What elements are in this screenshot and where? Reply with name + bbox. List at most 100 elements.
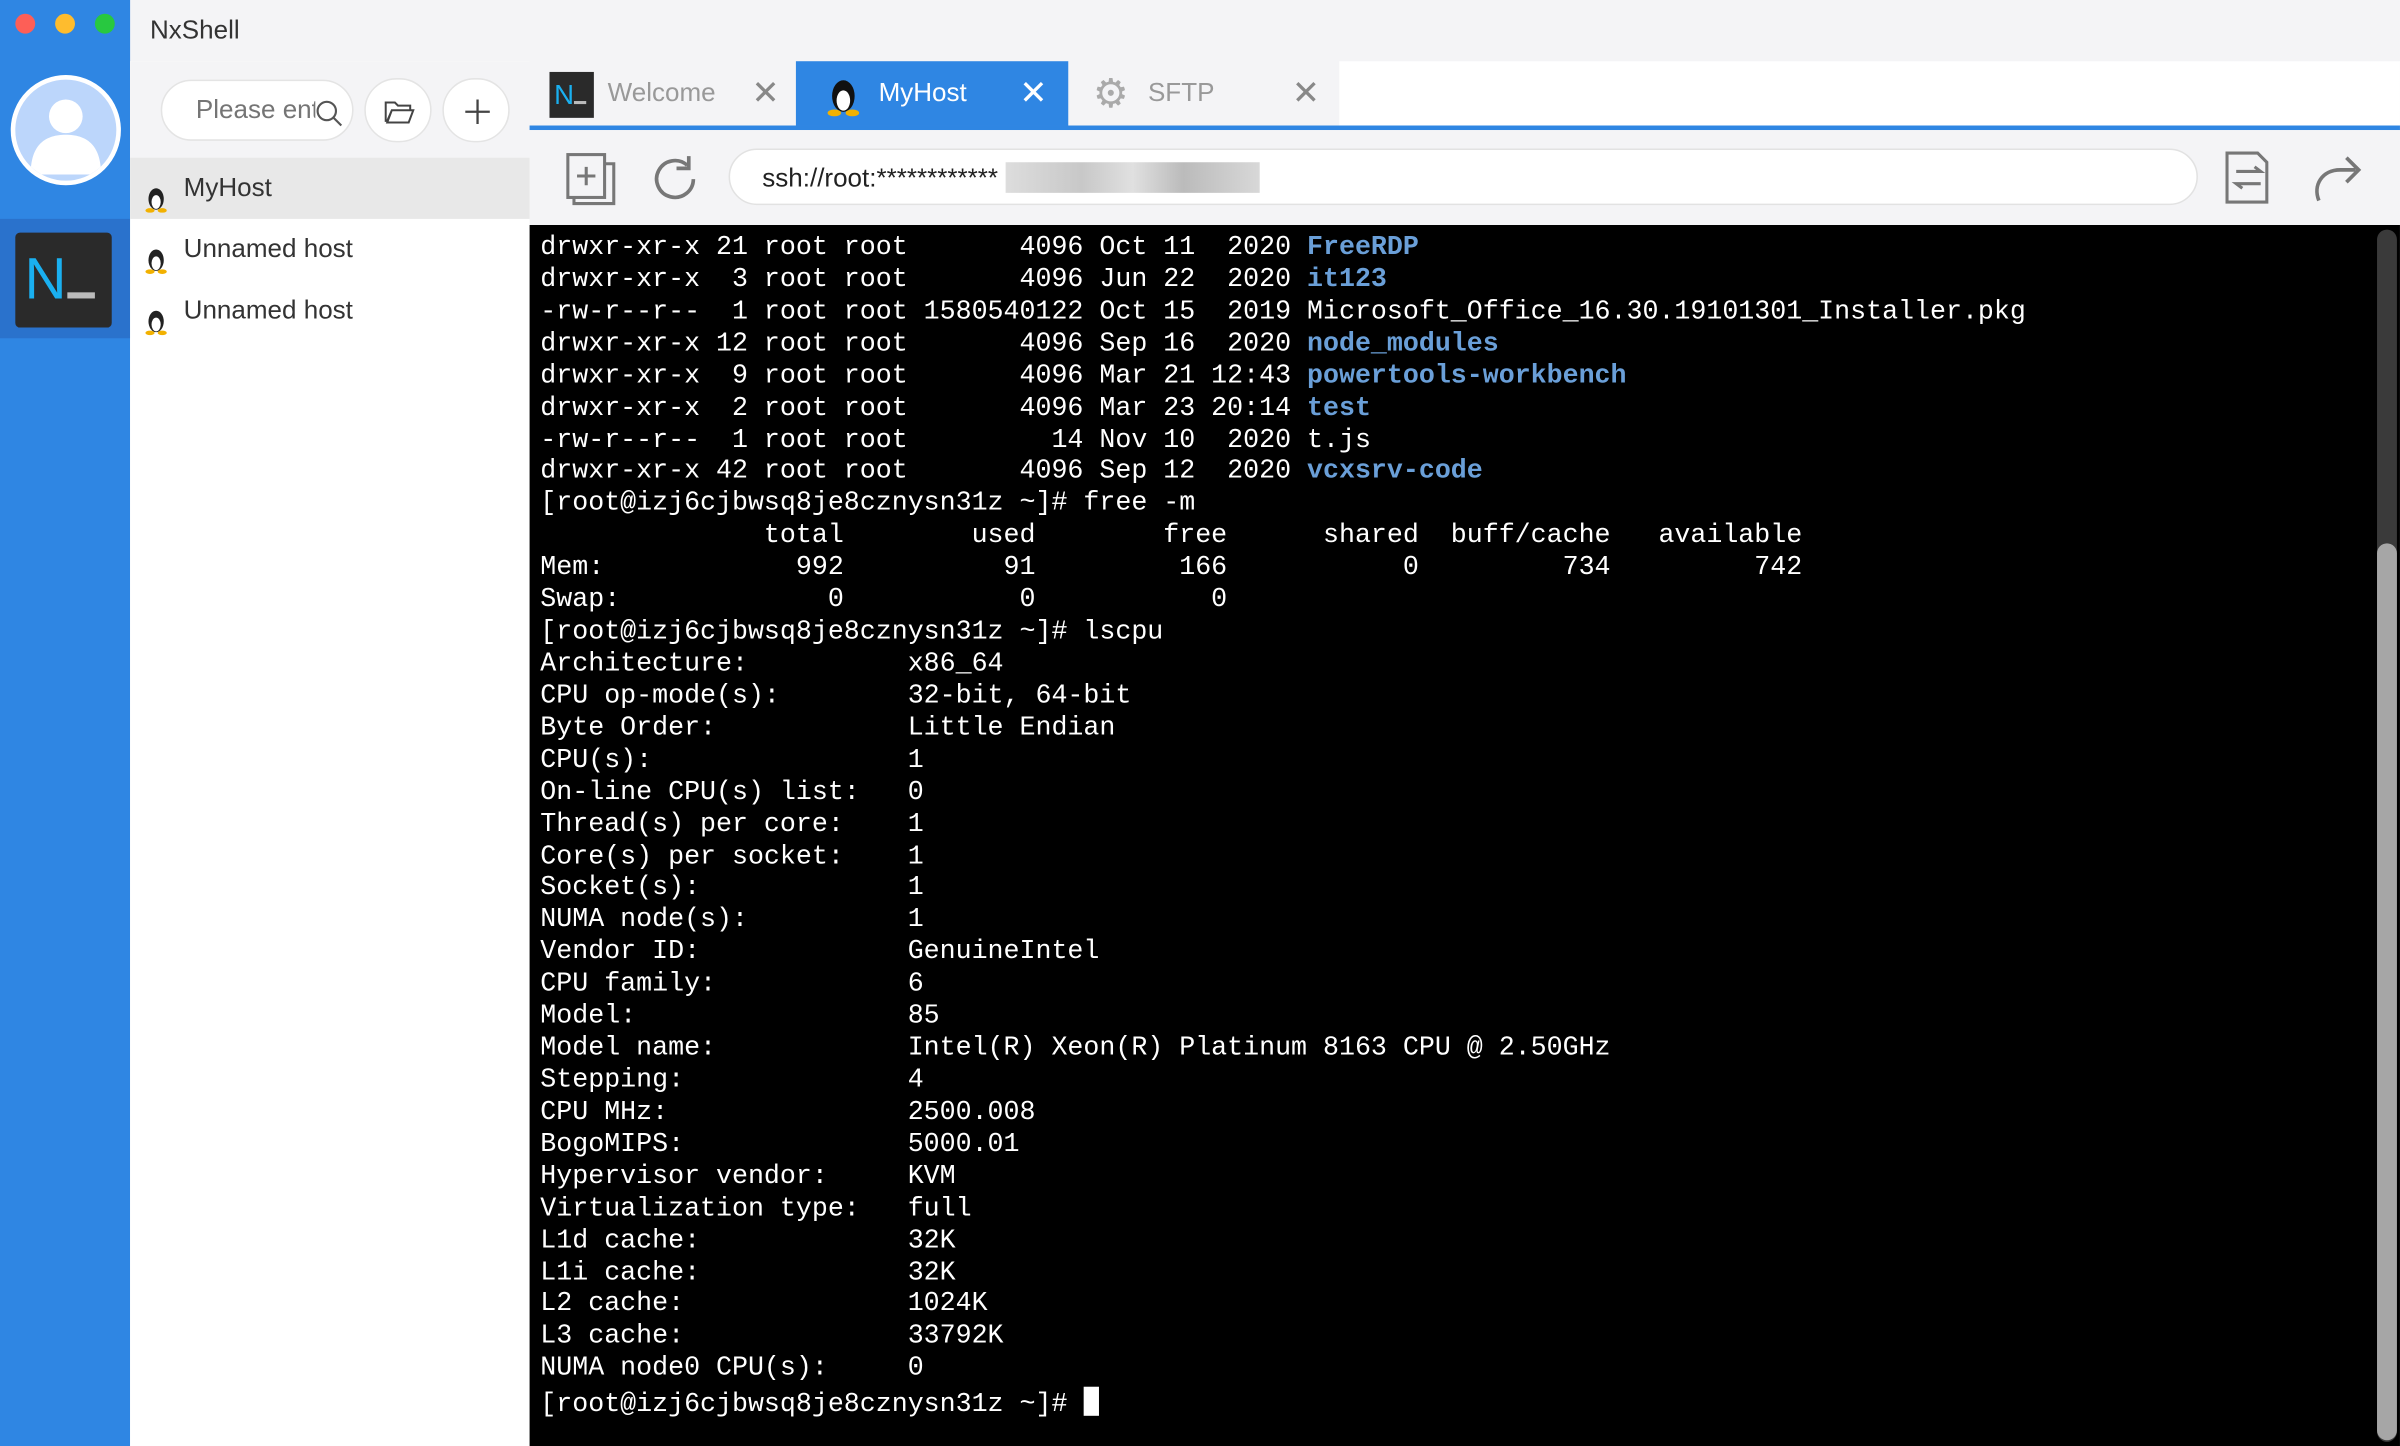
directory-name: FreeRDP xyxy=(1307,234,1419,264)
terminal-line: L2 cache: 1024K xyxy=(540,1291,2026,1323)
terminal-line-text: Model: 85 xyxy=(540,1002,940,1032)
terminal-line: [root@izj6cjbwsq8je8cznysn31z ~]# xyxy=(540,1387,2026,1424)
plus-icon xyxy=(465,99,490,124)
folder-icon xyxy=(384,101,415,124)
terminal-line-text: -rw-r--r-- 1 root root 14 Nov 10 2020 t.… xyxy=(540,426,1371,456)
close-tab-icon[interactable]: ✕ xyxy=(752,61,780,125)
terminal-line: Swap: 0 0 0 xyxy=(540,586,2026,618)
terminal-line-text: L1i cache: 32K xyxy=(540,1258,956,1288)
close-tab-icon[interactable]: ✕ xyxy=(1292,61,1320,125)
terminal-line: drwxr-xr-x 42 root root 4096 Sep 12 2020… xyxy=(540,458,2026,490)
refresh-icon[interactable] xyxy=(647,152,702,207)
host-item-myhost[interactable]: MyHost xyxy=(130,157,530,219)
tab-welcome[interactable]: N Welcome ✕ xyxy=(529,61,796,126)
host-item-unnamed[interactable]: Unnamed host xyxy=(130,219,529,280)
terminal-line: On-line CPU(s) list: 0 xyxy=(540,779,2026,811)
open-folder-button[interactable] xyxy=(364,78,432,143)
sftp-transfer-icon[interactable] xyxy=(2224,150,2279,205)
terminal-line-text: Socket(s): 1 xyxy=(540,874,924,904)
host-label: Unnamed host xyxy=(183,295,353,325)
terminal-line-text: Vendor ID: GenuineIntel xyxy=(540,938,1100,968)
terminal-line-text: BogoMIPS: 5000.01 xyxy=(540,1130,1020,1160)
terminal-line-text: L1d cache: 32K xyxy=(540,1226,956,1256)
terminal-line-text: drwxr-xr-x 3 root root 4096 Jun 22 2020 xyxy=(540,266,1308,296)
directory-name: vcxsrv-code xyxy=(1307,458,1483,488)
terminal-line-text: [root@izj6cjbwsq8je8cznysn31z ~]# free -… xyxy=(540,490,1196,520)
terminal-line: L1d cache: 32K xyxy=(540,1227,2026,1259)
terminal-line: drwxr-xr-x 3 root root 4096 Jun 22 2020 … xyxy=(540,266,2026,298)
terminal-line: Vendor ID: GenuineIntel xyxy=(540,939,2026,971)
ssh-address-text: ssh://root:************ xyxy=(762,163,998,193)
terminal-line-text: NUMA node0 CPU(s): 0 xyxy=(540,1354,924,1385)
terminal-line: CPU family: 6 xyxy=(540,971,2026,1003)
terminal-line: BogoMIPS: 5000.01 xyxy=(540,1131,2026,1163)
terminal-line-text: drwxr-xr-x 2 root root 4096 Mar 23 20:14 xyxy=(540,394,1308,424)
user-avatar-icon[interactable] xyxy=(10,74,121,186)
maximize-window-button[interactable] xyxy=(94,13,115,34)
terminal-line-text: CPU family: 6 xyxy=(540,970,924,1000)
terminal-line-text: Virtualization type: full xyxy=(540,1194,972,1224)
terminal-line-text: -rw-r--r-- 1 root root 1580540122 Oct 15… xyxy=(540,298,2026,328)
terminal-scrollbar-thumb[interactable] xyxy=(2377,543,2397,1441)
ssh-address-field[interactable]: ssh://root:************ xyxy=(728,148,2198,206)
terminal-line-text: Core(s) per socket: 1 xyxy=(540,842,924,872)
terminal-line: Socket(s): 1 xyxy=(540,875,2026,907)
close-window-button[interactable] xyxy=(15,13,36,34)
tab-label: SFTP xyxy=(1147,78,1215,108)
terminal-line: CPU MHz: 2500.008 xyxy=(540,1099,2026,1131)
tab-bar-empty xyxy=(1339,61,2400,126)
close-tab-icon[interactable]: ✕ xyxy=(1019,61,1047,125)
terminal-line-text: CPU(s): 1 xyxy=(540,746,924,776)
gear-icon: ⚙ xyxy=(1092,70,1129,117)
terminal-line: -rw-r--r-- 1 root root 14 Nov 10 2020 t.… xyxy=(540,426,2026,458)
terminal-line-text: drwxr-xr-x 42 root root 4096 Sep 12 2020 xyxy=(540,458,1308,488)
terminal-line-text: Hypervisor vendor: KVM xyxy=(540,1162,956,1192)
tab-label: MyHost xyxy=(878,78,967,108)
terminal-line-text: On-line CPU(s) list: 0 xyxy=(540,778,924,808)
terminal-line-text: L3 cache: 33792K xyxy=(540,1322,1004,1353)
tab-bar: N Welcome ✕ MyHost ✕ ⚙ SFTP ✕ xyxy=(529,61,2400,126)
terminal-line-text: drwxr-xr-x 12 root root 4096 Sep 16 2020 xyxy=(540,330,1308,360)
search-icon[interactable] xyxy=(315,99,343,127)
tab-sftp[interactable]: ⚙ SFTP ✕ xyxy=(1068,61,1340,126)
terminal-line: [root@izj6cjbwsq8je8cznysn31z ~]# free -… xyxy=(540,490,2026,522)
tab-label: Welcome xyxy=(607,78,716,108)
terminal-line: drwxr-xr-x 12 root root 4096 Sep 16 2020… xyxy=(540,330,2026,362)
directory-name: test xyxy=(1307,394,1371,424)
terminal-line: L3 cache: 33792K xyxy=(540,1323,2026,1355)
nxshell-logo-icon: N xyxy=(549,71,594,118)
terminal-line-text: L2 cache: 1024K xyxy=(540,1290,988,1321)
terminal-line: Model name: Intel(R) Xeon(R) Platinum 81… xyxy=(540,1035,2026,1067)
terminal[interactable]: drwxr-xr-x 21 root root 4096 Oct 11 2020… xyxy=(529,224,2400,1446)
minimize-window-button[interactable] xyxy=(55,13,75,34)
terminal-output[interactable]: drwxr-xr-x 21 root root 4096 Oct 11 2020… xyxy=(540,234,2026,1423)
directory-name: node_modules xyxy=(1307,330,1499,360)
terminal-line-text: CPU op-mode(s): 32-bit, 64-bit xyxy=(540,682,1132,712)
terminal-line: Byte Order: Little Endian xyxy=(540,715,2026,747)
terminal-line: drwxr-xr-x 9 root root 4096 Mar 21 12:43… xyxy=(540,362,2026,394)
terminal-line: Mem: 992 91 166 0 734 742 xyxy=(540,554,2026,586)
new-session-icon[interactable] xyxy=(565,152,620,207)
terminal-line-text: CPU MHz: 2500.008 xyxy=(540,1098,1036,1128)
directory-name: powertools-workbench xyxy=(1307,362,1627,392)
app-title: NxShell xyxy=(149,15,240,45)
terminal-cursor xyxy=(1083,1387,1099,1417)
terminal-line-text: drwxr-xr-x 21 root root 4096 Oct 11 2020 xyxy=(540,234,1308,264)
terminal-line-text: total used free shared buff/cache availa… xyxy=(540,522,1803,552)
share-forward-icon[interactable] xyxy=(2310,152,2362,204)
add-host-button[interactable] xyxy=(442,78,510,143)
left-nav-strip xyxy=(0,0,131,1446)
terminal-line: total used free shared buff/cache availa… xyxy=(540,522,2026,554)
terminal-line-text: [root@izj6cjbwsq8je8cznysn31z ~]# lscpu xyxy=(540,618,1164,648)
terminal-line: [root@izj6cjbwsq8je8cznysn31z ~]# lscpu xyxy=(540,618,2026,650)
host-item-unnamed[interactable]: Unnamed host xyxy=(130,280,529,341)
terminal-line-text: Mem: 992 91 166 0 734 742 xyxy=(540,554,1803,584)
nxshell-logo-icon[interactable]: N xyxy=(15,232,112,328)
terminal-line-text: Stepping: 4 xyxy=(540,1066,924,1096)
terminal-line-text: Byte Order: Little Endian xyxy=(540,714,1116,744)
terminal-line-text: Model name: Intel(R) Xeon(R) Platinum 81… xyxy=(540,1034,1611,1064)
tab-myhost[interactable]: MyHost ✕ xyxy=(795,61,1069,126)
terminal-line: Stepping: 4 xyxy=(540,1067,2026,1099)
host-search-field[interactable] xyxy=(160,79,354,141)
host-search-input[interactable] xyxy=(192,93,319,128)
